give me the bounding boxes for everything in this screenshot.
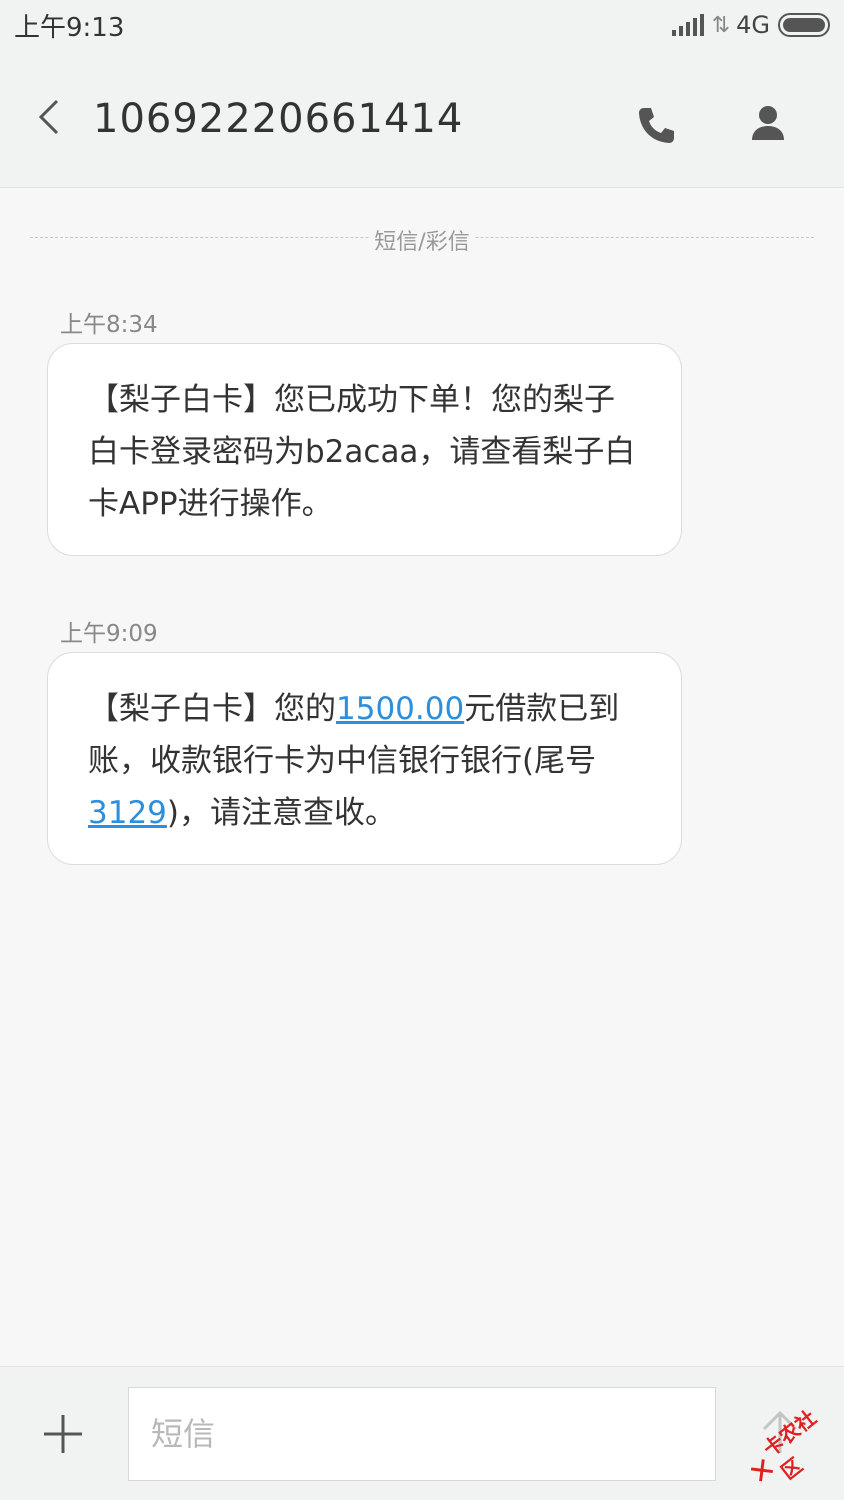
message-input[interactable]: [128, 1387, 716, 1481]
message-type-divider: 短信/彩信: [30, 224, 814, 256]
conversation-title: 10692220661414: [93, 96, 464, 142]
message-bubble[interactable]: 【梨子白卡】您已成功下单！您的梨子白卡登录密码为b2acaa，请查看梨子白卡AP…: [47, 343, 682, 556]
message-text: 【梨子白卡】您已成功下单！您的梨子白卡登录密码为b2acaa，请查看梨子白卡AP…: [88, 382, 636, 522]
message-timestamp: 上午8:34: [60, 312, 158, 338]
message-timestamp: 上午9:09: [60, 621, 158, 647]
message-text: 【梨子白卡】您的: [88, 691, 336, 727]
status-time: 上午9:13: [14, 12, 125, 43]
contact-person-icon: [752, 106, 784, 140]
phone-icon: [639, 108, 674, 143]
message-bubble[interactable]: 【梨子白卡】您的1500.00元借款已到账，收款银行卡为中信银行银行(尾号312…: [47, 652, 682, 865]
add-attachment-button[interactable]: [40, 1411, 86, 1457]
amount-link[interactable]: 1500.00: [336, 691, 464, 727]
battery-icon: [778, 13, 830, 37]
card-tail-link[interactable]: 3129: [88, 795, 167, 831]
signal-icon: [671, 14, 704, 36]
network-type: 4G: [736, 11, 770, 39]
back-button[interactable]: [28, 92, 68, 142]
message-text: )，请注意查收。: [166, 795, 396, 831]
compose-bar: [0, 1366, 844, 1500]
conversation-header: 10692220661414: [0, 50, 844, 188]
data-arrows-icon: ⇅: [711, 12, 730, 38]
status-icons: ⇅ 4G: [671, 11, 830, 39]
contact-button[interactable]: [744, 100, 792, 148]
plus-icon: [44, 1415, 82, 1453]
divider-label: 短信/彩信: [370, 224, 474, 256]
back-chevron-icon: [38, 99, 59, 135]
status-bar: 上午9:13 ⇅ 4G: [0, 0, 844, 50]
call-button[interactable]: [632, 102, 680, 150]
